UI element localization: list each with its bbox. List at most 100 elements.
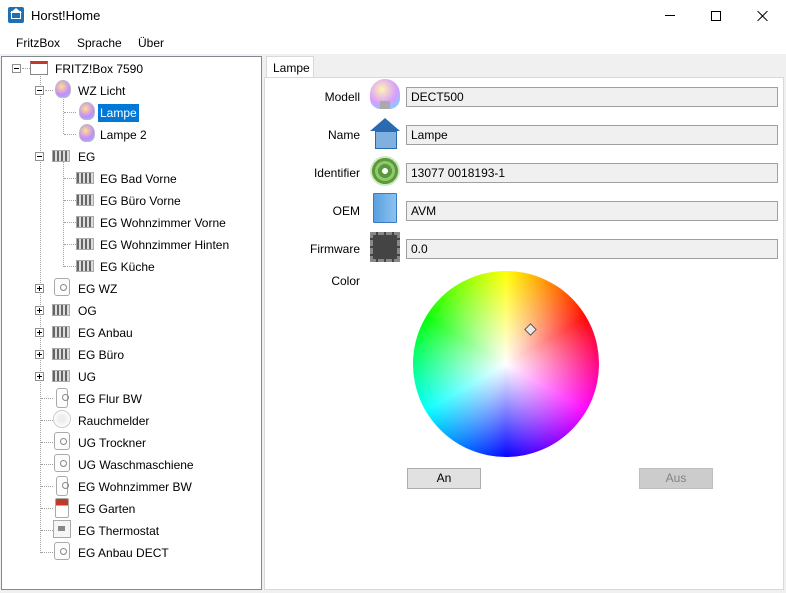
name-field[interactable]: Lampe [406, 125, 778, 145]
group-icon [76, 238, 94, 250]
tree-item-group[interactable]: EG WZ [76, 280, 119, 298]
tree-item-eg-child[interactable]: EG Wohnzimmer Hinten [98, 236, 231, 254]
tree-item-device[interactable]: EG Flur BW [76, 390, 144, 408]
identifier-field[interactable]: 13077 0018193-1 [406, 163, 778, 183]
expand-icon[interactable] [35, 350, 44, 359]
expand-icon[interactable] [35, 372, 44, 381]
color-label: Color [331, 274, 360, 288]
group-icon [76, 194, 94, 206]
close-button[interactable] [740, 0, 786, 31]
switch-icon [56, 388, 69, 408]
tree-item-group[interactable]: EG Anbau [76, 324, 135, 342]
tree-line [64, 200, 76, 201]
maximize-icon [711, 10, 721, 21]
close-icon [757, 10, 769, 22]
outdoor-plug-icon [55, 498, 69, 518]
on-button[interactable]: An [407, 468, 481, 489]
tree-item-lampe-2[interactable]: Lampe 2 [98, 126, 149, 144]
firmware-field[interactable]: 0.0 [406, 239, 778, 259]
bulb-icon [370, 79, 400, 109]
plug-icon [54, 278, 70, 296]
tree-item-eg-child[interactable]: EG Küche [98, 258, 157, 276]
tree-line [64, 134, 76, 135]
menu-sprache[interactable]: Sprache [77, 36, 122, 50]
tree-item-lampe[interactable]: Lampe [98, 104, 139, 122]
tree-line [45, 90, 53, 91]
maximize-button[interactable] [693, 0, 739, 31]
group-icon [52, 304, 70, 316]
tree-line [41, 552, 53, 553]
tree-item-device[interactable]: UG Waschmaschiene [76, 456, 196, 474]
menu-fritzbox[interactable]: FritzBox [16, 36, 60, 50]
bulb-icon [79, 124, 95, 142]
app-home-icon [8, 7, 24, 23]
oem-label: OEM [332, 204, 360, 218]
tree-item-device[interactable]: EG Anbau DECT [76, 544, 171, 562]
tree-item-eg[interactable]: EG [76, 148, 97, 166]
bulb-icon [55, 80, 71, 98]
tree-line [64, 178, 76, 179]
group-icon [52, 370, 70, 382]
group-icon [76, 260, 94, 272]
menu-bar: FritzBox Sprache Über [0, 31, 786, 55]
group-icon [76, 216, 94, 228]
menu-ueber[interactable]: Über [138, 36, 164, 50]
plug-icon [54, 542, 70, 560]
color-wheel[interactable] [413, 271, 599, 457]
tree-item-group[interactable]: OG [76, 302, 99, 320]
tree-line [41, 530, 53, 531]
minimize-button[interactable] [647, 0, 693, 31]
tree-line [22, 68, 30, 69]
tree-line [41, 398, 53, 399]
tree-item-device[interactable]: Rauchmelder [76, 412, 151, 430]
tree-line [64, 222, 76, 223]
bulb-icon [79, 102, 95, 120]
house-icon [370, 118, 400, 149]
tree-item-wz-licht[interactable]: WZ Licht [76, 82, 127, 100]
modell-field[interactable]: DECT500 [406, 87, 778, 107]
group-icon [76, 172, 94, 184]
tree-line [63, 94, 64, 134]
name-label: Name [327, 128, 360, 142]
plug-icon [54, 432, 70, 450]
tree-item-group[interactable]: EG Büro [76, 346, 126, 364]
tree-line [41, 508, 53, 509]
modell-label: Modell [324, 90, 360, 104]
collapse-icon[interactable] [35, 86, 44, 95]
expand-icon[interactable] [35, 306, 44, 315]
tree-item-device[interactable]: UG Trockner [76, 434, 148, 452]
tree-line [41, 420, 53, 421]
tree-item-device[interactable]: EG Wohnzimmer BW [76, 478, 194, 496]
target-icon [370, 156, 400, 186]
tree-line [64, 244, 76, 245]
tree-item-eg-child[interactable]: EG Bad Vorne [98, 170, 179, 188]
tree-line [41, 464, 53, 465]
identifier-label: Identifier [313, 166, 360, 180]
tree-line [41, 486, 53, 487]
tree-line [64, 112, 76, 113]
tree-item-eg-child[interactable]: EG Wohnzimmer Vorne [98, 214, 228, 232]
group-icon [52, 150, 70, 162]
tree-item-fritzbox[interactable]: FRITZ!Box 7590 [53, 60, 145, 78]
tree-item-device[interactable]: EG Thermostat [76, 522, 161, 540]
tree-line [64, 266, 76, 267]
off-button[interactable]: Aus [639, 468, 713, 489]
smoke-detector-icon [53, 410, 71, 428]
collapse-icon[interactable] [12, 64, 21, 73]
oem-field[interactable]: AVM [406, 201, 778, 221]
tree-item-device[interactable]: EG Garten [76, 500, 137, 518]
tree-line [41, 442, 53, 443]
document-icon [373, 193, 397, 223]
collapse-icon[interactable] [35, 152, 44, 161]
group-icon [52, 326, 70, 338]
chip-icon [370, 232, 400, 262]
minimize-icon [665, 15, 675, 16]
tree-item-group[interactable]: UG [76, 368, 98, 386]
window-title: Horst!Home [31, 8, 101, 23]
tab-lampe[interactable]: Lampe [266, 56, 314, 78]
tree-item-eg-child[interactable]: EG Büro Vorne [98, 192, 183, 210]
expand-icon[interactable] [35, 284, 44, 293]
expand-icon[interactable] [35, 328, 44, 337]
switch-icon [56, 476, 69, 496]
device-tree[interactable]: FRITZ!Box 7590 WZ Licht Lampe Lampe 2 EG… [1, 56, 262, 590]
